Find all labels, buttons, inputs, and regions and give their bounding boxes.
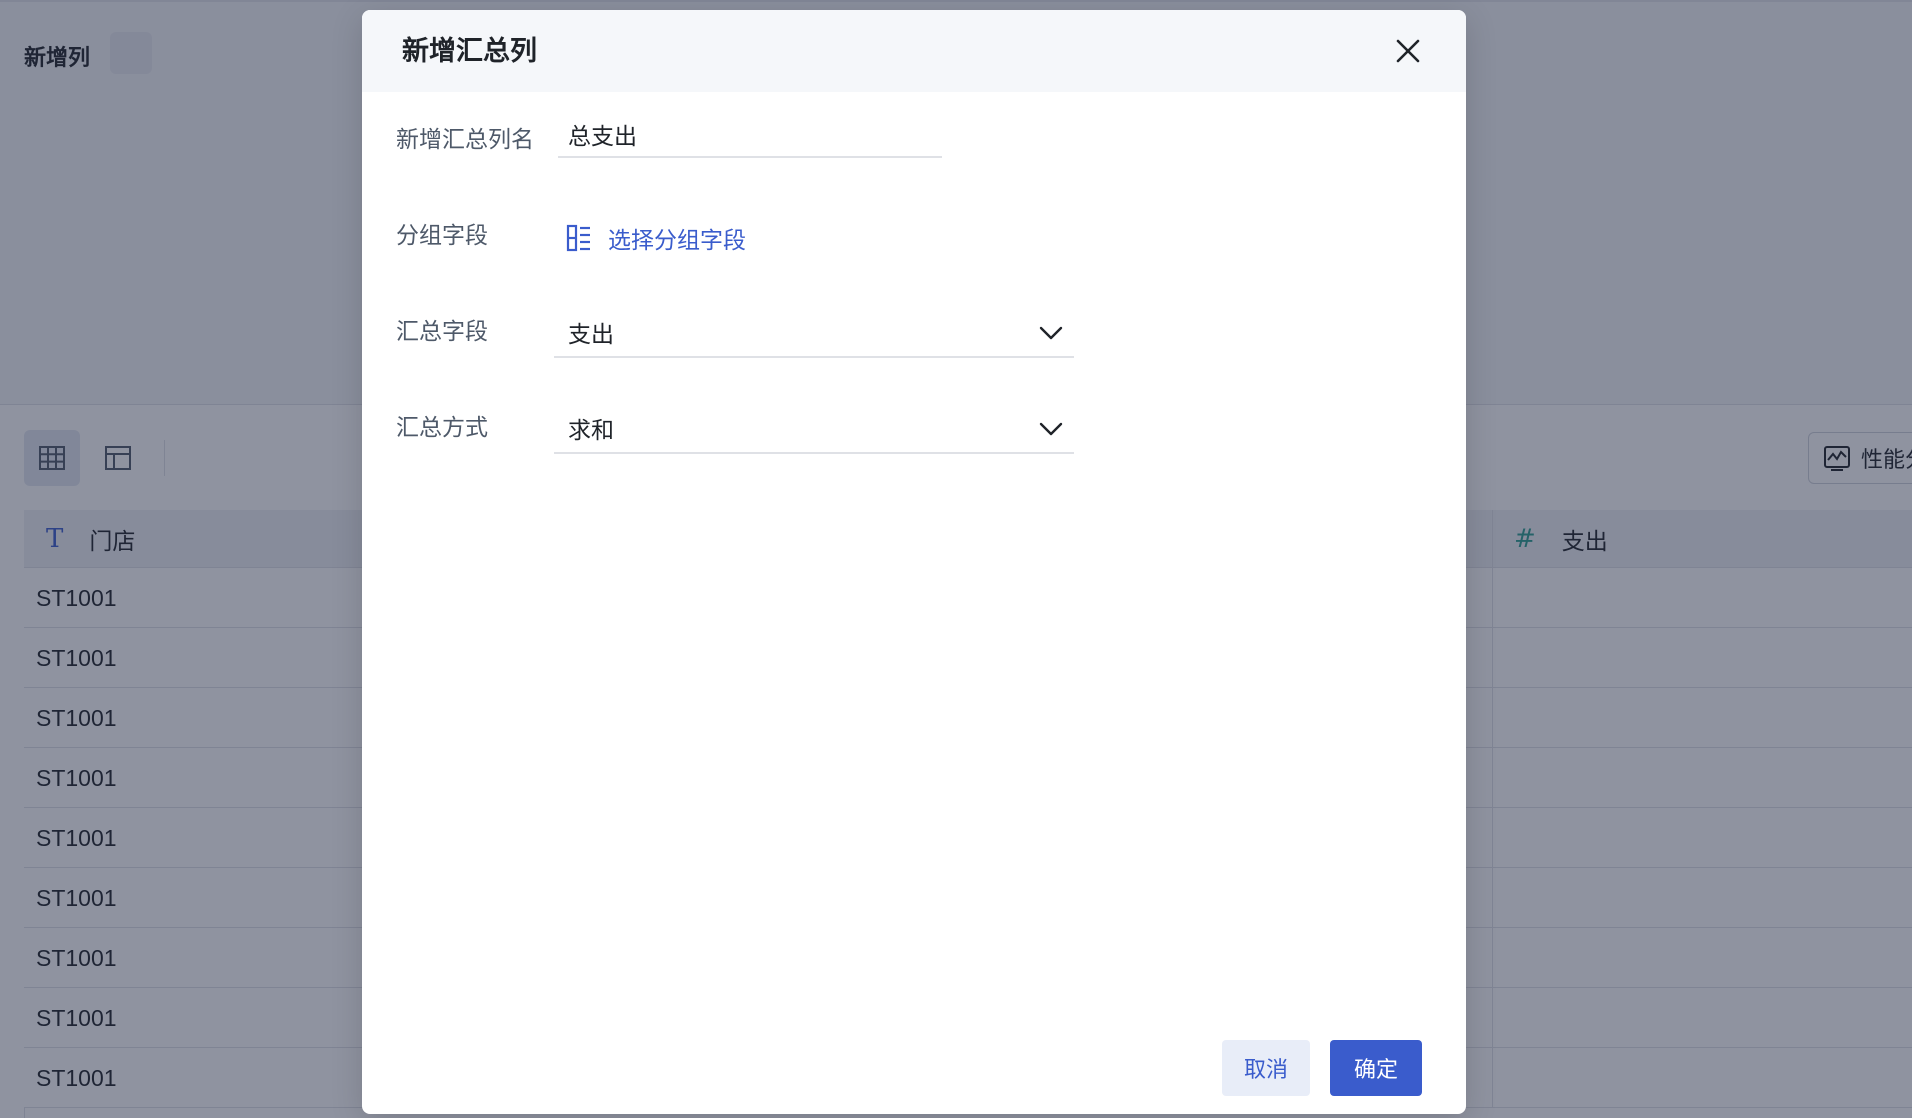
dialog-footer: 取消 确定 (1222, 1040, 1422, 1096)
summary-field-label: 汇总字段 (396, 319, 488, 345)
close-button[interactable] (1390, 33, 1426, 69)
chevron-down-icon (1038, 416, 1064, 442)
summary-field-value: 支出 (568, 322, 614, 348)
chevron-down-icon (1038, 320, 1064, 346)
select-group-field-link[interactable]: 选择分组字段 (566, 220, 746, 256)
group-list-icon (566, 224, 590, 252)
add-summary-column-dialog: 新增汇总列 新增汇总列名 分组字段 选择分组字段 汇总字段 支出 汇总方式 (362, 10, 1466, 1114)
summary-method-value: 求和 (568, 418, 614, 444)
column-name-input[interactable] (558, 112, 942, 158)
dialog-header: 新增汇总列 (362, 10, 1466, 92)
cancel-button[interactable]: 取消 (1222, 1040, 1310, 1096)
select-group-field-text: 选择分组字段 (608, 228, 746, 254)
dialog-title: 新增汇总列 (402, 36, 537, 67)
close-icon (1396, 39, 1420, 63)
column-name-label: 新增汇总列名 (396, 127, 534, 153)
summary-method-label: 汇总方式 (396, 415, 488, 441)
summary-field-select[interactable]: 支出 (554, 308, 1074, 358)
group-field-label: 分组字段 (396, 223, 488, 249)
summary-method-select[interactable]: 求和 (554, 404, 1074, 454)
confirm-button[interactable]: 确定 (1330, 1040, 1422, 1096)
